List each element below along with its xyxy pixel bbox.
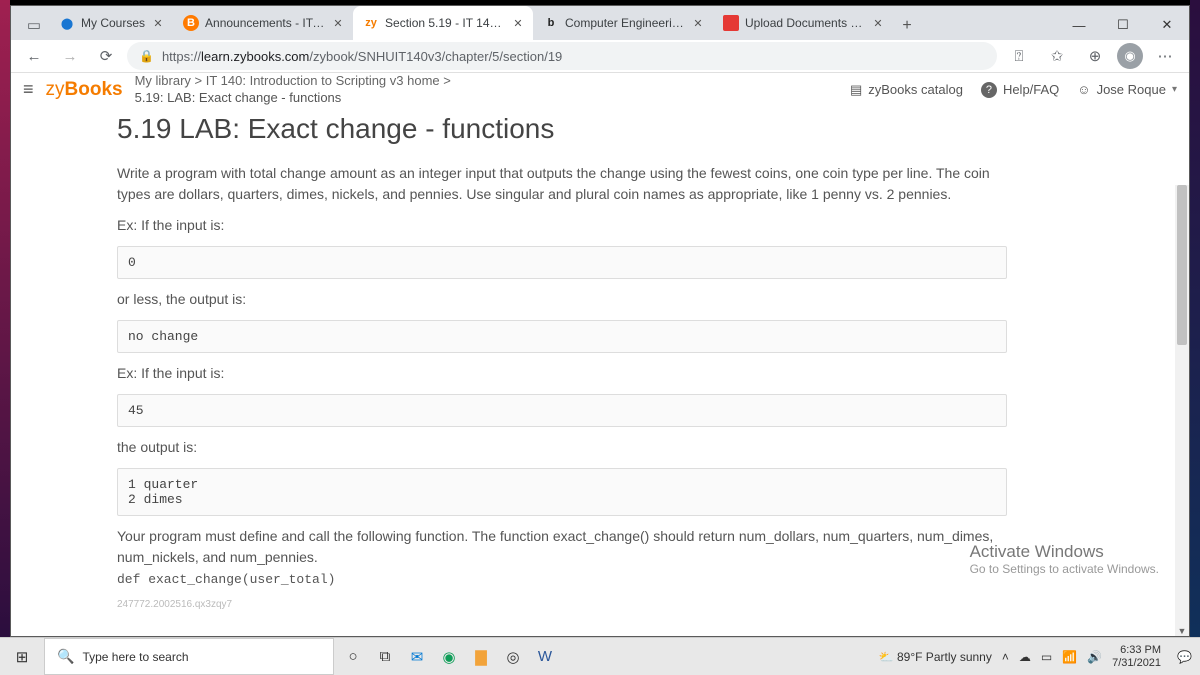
tab-label: Computer Engineering Q — [565, 16, 685, 30]
taskbar-clock[interactable]: 6:33 PM 7/31/2021 — [1112, 644, 1167, 668]
activity-id: 247772.2002516.qx3zqy7 — [117, 599, 1007, 610]
intro-paragraph: Write a program with total change amount… — [117, 163, 1007, 205]
tab-list-icon[interactable]: ▭ — [19, 10, 49, 40]
tab-label: My Courses — [81, 16, 145, 30]
shopping-icon[interactable]: ⍰ — [1003, 40, 1035, 72]
favicon-icon: ⬤ — [59, 15, 75, 31]
taskbar-search[interactable]: 🔍 Type here to search — [44, 638, 334, 675]
search-icon: 🔍 — [57, 648, 74, 665]
tab-computer-eng[interactable]: b Computer Engineering Q ✕ — [533, 6, 713, 40]
code-block-output2: 1 quarter 2 dimes — [117, 468, 1007, 516]
window-minimize-button[interactable]: — — [1057, 10, 1101, 40]
notifications-icon[interactable]: 💬 — [1177, 650, 1192, 664]
code-block-input2: 45 — [117, 394, 1007, 427]
tray-onedrive-icon[interactable]: ☁ — [1019, 650, 1031, 664]
refresh-button[interactable]: ⟳ — [91, 41, 121, 71]
tab-section-active[interactable]: zy Section 5.19 - IT 140: Intr ✕ — [353, 6, 533, 40]
help-icon: ? — [981, 82, 997, 98]
favorites-icon[interactable]: ✩ — [1041, 40, 1073, 72]
collections-icon[interactable]: ⊕ — [1079, 40, 1111, 72]
favicon-icon: B — [183, 15, 199, 31]
scroll-thumb[interactable] — [1177, 185, 1187, 345]
close-icon[interactable]: ✕ — [691, 16, 705, 30]
close-icon[interactable]: ✕ — [151, 16, 165, 30]
tab-upload-docs[interactable]: Upload Documents for Fr ✕ — [713, 6, 893, 40]
tab-label: Section 5.19 - IT 140: Intr — [385, 16, 505, 30]
search-placeholder: Type here to search — [82, 650, 188, 664]
chrome-icon[interactable]: ◎ — [502, 646, 524, 668]
breadcrumb-current: 5.19: LAB: Exact change - functions — [135, 90, 451, 107]
function-req-paragraph: Your program must define and call the fo… — [117, 526, 1007, 590]
favicon-icon: b — [543, 15, 559, 31]
word-icon[interactable]: W — [534, 646, 556, 668]
edge-icon[interactable]: ◉ — [438, 646, 460, 668]
cortana-icon[interactable]: ○ — [342, 646, 364, 668]
forward-button[interactable]: → — [55, 41, 85, 71]
tray-battery-icon[interactable]: ▭ — [1041, 650, 1052, 664]
profile-avatar[interactable]: ◉ — [1117, 43, 1143, 69]
help-link[interactable]: ? Help/FAQ — [981, 82, 1059, 98]
close-icon[interactable]: ✕ — [871, 16, 885, 30]
tray-sound-icon[interactable]: 🔊 — [1087, 650, 1102, 664]
url-text: https://learn.zybooks.com/zybook/SNHUIT1… — [162, 49, 562, 64]
browser-tab-bar: ▭ ⬤ My Courses ✕ B Announcements - IT-14… — [11, 6, 1189, 40]
back-button[interactable]: ← — [19, 41, 49, 71]
zybooks-header: ≡ zyBooks My library > IT 140: Introduct… — [11, 73, 1189, 107]
user-menu[interactable]: ☺ Jose Roque — [1077, 82, 1177, 97]
favicon-icon: zy — [363, 15, 379, 31]
tray-chevron-icon[interactable]: ˄ — [1002, 650, 1009, 664]
breadcrumb-path[interactable]: My library > IT 140: Introduction to Scr… — [135, 73, 451, 90]
url-input[interactable]: 🔒 https://learn.zybooks.com/zybook/SNHUI… — [127, 42, 997, 70]
address-bar: ← → ⟳ 🔒 https://learn.zybooks.com/zybook… — [11, 40, 1189, 73]
close-icon[interactable]: ✕ — [511, 16, 525, 30]
page-title: 5.19 LAB: Exact change - functions — [117, 113, 1007, 145]
scroll-down-icon[interactable]: ▼ — [1175, 626, 1189, 637]
tab-label: Announcements - IT-140 — [205, 16, 325, 30]
lock-icon: 🔒 — [139, 49, 154, 63]
close-icon[interactable]: ✕ — [331, 16, 345, 30]
new-tab-button[interactable]: + — [893, 12, 921, 40]
menu-icon[interactable]: ≡ — [23, 79, 34, 100]
tab-my-courses[interactable]: ⬤ My Courses ✕ — [49, 6, 173, 40]
tab-announcements[interactable]: B Announcements - IT-140 ✕ — [173, 6, 353, 40]
favicon-icon — [723, 15, 739, 31]
windows-taskbar: ⊞ 🔍 Type here to search ○ ⧉ ✉ ◉ ▇ ◎ W ⛅ … — [0, 637, 1200, 675]
tray-wifi-icon[interactable]: 📶 — [1062, 650, 1077, 664]
catalog-link[interactable]: ▤ zyBooks catalog — [850, 82, 963, 98]
menu-icon[interactable]: ⋯ — [1149, 40, 1181, 72]
explorer-icon[interactable]: ▇ — [470, 646, 492, 668]
example-label: Ex: If the input is: — [117, 215, 1007, 236]
zybooks-logo[interactable]: zyBooks — [46, 79, 123, 101]
scrollbar[interactable]: ▲ ▼ — [1175, 185, 1189, 637]
start-button[interactable]: ⊞ — [0, 638, 44, 675]
tab-label: Upload Documents for Fr — [745, 16, 865, 30]
code-block-input1: 0 — [117, 246, 1007, 279]
text-output-is: the output is: — [117, 437, 1007, 458]
breadcrumb[interactable]: My library > IT 140: Introduction to Scr… — [135, 73, 451, 107]
mail-icon[interactable]: ✉ — [406, 646, 428, 668]
code-block-output1: no change — [117, 320, 1007, 353]
window-close-button[interactable]: ✕ — [1145, 10, 1189, 40]
example-label-2: Ex: If the input is: — [117, 363, 1007, 384]
weather-widget[interactable]: ⛅ 89°F Partly sunny — [879, 650, 992, 664]
user-icon: ☺ — [1077, 82, 1090, 97]
book-icon: ▤ — [850, 82, 862, 98]
text-or-less: or less, the output is: — [117, 289, 1007, 310]
task-view-icon[interactable]: ⧉ — [374, 646, 396, 668]
main-content: 5.19 LAB: Exact change - functions Write… — [11, 107, 1189, 637]
window-maximize-button[interactable]: ☐ — [1101, 10, 1145, 40]
